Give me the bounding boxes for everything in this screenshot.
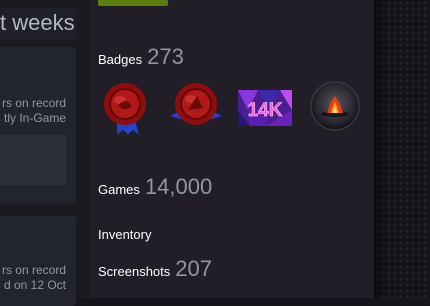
game-achievements-box[interactable] [0, 135, 66, 185]
hours-on-record: rs on record [1, 96, 66, 110]
left-column: t weeks rs on record tly In-Game rs on r… [0, 0, 90, 306]
inventory-link[interactable]: Inventory [98, 227, 151, 243]
hours-on-record: rs on record [1, 263, 66, 277]
games-label: Games [98, 182, 140, 197]
screenshots-link[interactable]: Screenshots 207 [98, 258, 212, 280]
game-status: tly In-Game [3, 111, 66, 125]
red-wax-seal-winged-badge-icon[interactable] [170, 80, 230, 140]
badges-count: 273 [147, 44, 184, 69]
badges-link[interactable]: Badges 273 [98, 46, 184, 68]
campfire-orb-badge-icon[interactable] [308, 80, 368, 140]
recent-activity-heading: t weeks [0, 8, 76, 40]
games-link[interactable]: Games 14,000 [98, 176, 212, 198]
recent-game-card[interactable]: rs on record tly In-Game [0, 47, 76, 203]
badges-label: Badges [98, 52, 143, 67]
panel-shadow [374, 0, 388, 298]
14k-badge-icon[interactable]: 14K [236, 80, 296, 140]
profile-sidebar: Badges 273 14K Games 14,000 Inventory Sc… [90, 0, 374, 298]
red-wax-seal-ribbon-badge-icon[interactable] [98, 80, 158, 140]
screenshots-label: Screenshots [98, 264, 171, 279]
last-played: d on 12 Oct [3, 278, 66, 292]
screenshots-count: 207 [175, 256, 212, 281]
level-badge[interactable] [98, 0, 168, 6]
games-count: 14,000 [144, 174, 213, 199]
14k-badge-text: 14K [248, 100, 283, 121]
recent-game-card[interactable]: rs on record d on 12 Oct [0, 216, 76, 306]
